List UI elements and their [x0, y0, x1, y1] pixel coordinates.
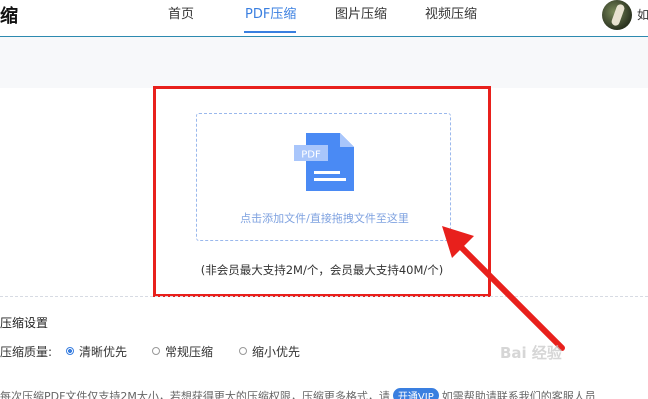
top-header: 缩 首页 PDF压缩 图片压缩 视频压缩 如 [0, 0, 648, 37]
radio-label: 常规压缩 [165, 345, 214, 359]
site-logo[interactable]: 缩 [0, 2, 18, 28]
arrow-icon [442, 226, 565, 351]
nav-home[interactable]: 首页 [168, 3, 194, 22]
baidu-watermark: Bai 经验 [500, 344, 562, 362]
radio-label: 缩小优先 [252, 345, 301, 359]
nav-active-indicator [244, 31, 296, 33]
quality-label: 压缩质量: [0, 345, 53, 359]
radio-size-first[interactable]: 缩小优先 [239, 343, 300, 360]
radio-normal-compress[interactable]: 常规压缩 [152, 343, 213, 360]
nav-video-compress[interactable]: 视频压缩 [425, 3, 477, 22]
footer-notice: 每次压缩PDF文件仅支持2M大小，若想获得更大的压缩权限，压缩更多格式，请 开通V… [0, 388, 648, 399]
footer-text-after: 如需帮助请联系我们的客服人员 [441, 390, 596, 399]
nav-image-compress[interactable]: 图片压缩 [335, 3, 387, 22]
open-vip-button[interactable]: 开通VIP [392, 388, 439, 399]
radio-clarity-first[interactable]: 清晰优先 [66, 343, 127, 360]
radio-dot-icon [152, 347, 160, 355]
radio-dot-icon [66, 347, 74, 355]
radio-label: 清晰优先 [79, 345, 128, 359]
radio-dot-icon [239, 347, 247, 355]
user-name[interactable]: 如 [637, 6, 648, 23]
avatar[interactable] [602, 0, 632, 30]
footer-text-before: 每次压缩PDF文件仅支持2M大小，若想获得更大的压缩权限，压缩更多格式，请 [0, 390, 390, 399]
settings-title: 压缩设置 [0, 316, 49, 330]
nav-pdf-compress[interactable]: PDF压缩 [245, 3, 296, 22]
